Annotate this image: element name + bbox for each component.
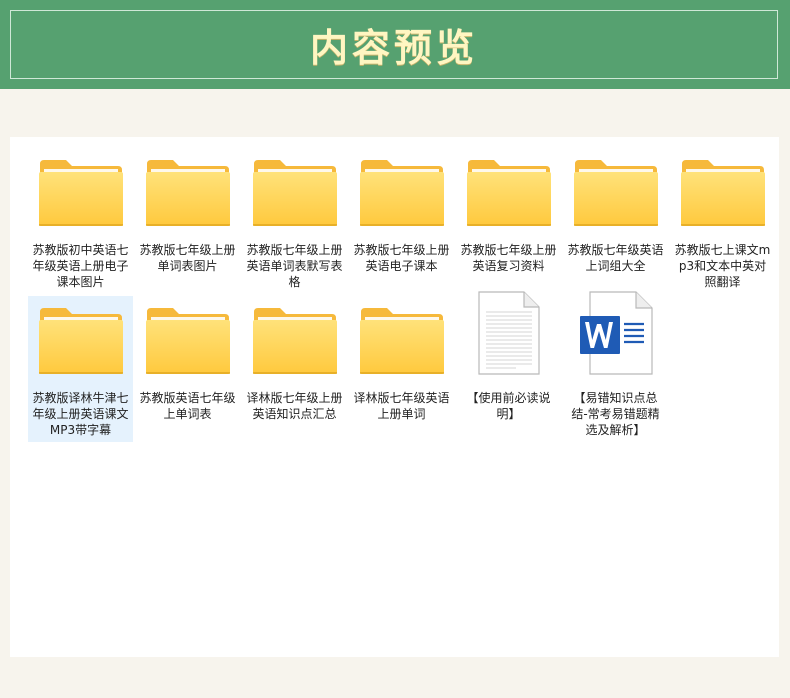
- file-item[interactable]: 苏教版七年级上册英语电子课本: [349, 148, 454, 278]
- header-banner: 内容预览: [0, 0, 790, 89]
- file-item[interactable]: 苏教版七年级上册英语复习资料: [456, 148, 561, 278]
- folder-icon: [456, 148, 561, 228]
- folder-icon: [563, 148, 668, 228]
- file-item-selected[interactable]: 苏教版译林牛津七年级上册英语课文MP3带字幕: [28, 296, 133, 442]
- folder-icon: [28, 148, 133, 228]
- file-name: 译林版七年级上册英语知识点汇总: [246, 391, 343, 421]
- file-name: 苏教版初中英语七年级英语上册电子课本图片: [32, 243, 129, 289]
- file-name: 苏教版七年级英语上词组大全: [567, 243, 664, 273]
- text-file-icon: [456, 291, 561, 376]
- word-doc-icon: [563, 291, 668, 376]
- file-name: 【易错知识点总结-常考易错题精选及解析】: [571, 391, 660, 437]
- file-name: 苏教版译林牛津七年级上册英语课文MP3带字幕: [32, 391, 129, 437]
- file-item[interactable]: 苏教版英语七年级上单词表: [135, 296, 240, 426]
- file-item[interactable]: 苏教版七年级上册英语单词表默写表格: [242, 148, 347, 294]
- folder-icon: [28, 296, 133, 376]
- file-item[interactable]: 译林版七年级英语上册单词: [349, 296, 454, 426]
- file-name: 苏教版英语七年级上单词表: [139, 391, 236, 421]
- folder-icon: [135, 296, 240, 376]
- file-name: 【使用前必读说明】: [466, 391, 551, 421]
- file-name: 苏教版七年级上册英语单词表默写表格: [246, 243, 343, 289]
- file-name: 苏教版七上课文mp3和文本中英对照翻译: [674, 243, 771, 289]
- file-item[interactable]: 【易错知识点总结-常考易错题精选及解析】: [563, 291, 668, 442]
- header-frame: 内容预览: [10, 10, 778, 79]
- file-name: 苏教版七年级上册英语电子课本: [353, 243, 450, 273]
- page-title: 内容预览: [309, 25, 478, 70]
- folder-icon: [242, 296, 347, 376]
- file-name: 苏教版七年级上册英语复习资料: [460, 243, 557, 273]
- file-name: 译林版七年级英语上册单词: [353, 391, 450, 421]
- file-item[interactable]: 苏教版七年级英语上词组大全: [563, 148, 668, 278]
- folder-icon: [349, 148, 454, 228]
- folder-icon: [349, 296, 454, 376]
- file-item[interactable]: 译林版七年级上册英语知识点汇总: [242, 296, 347, 426]
- file-grid: 苏教版初中英语七年级英语上册电子课本图片 苏教版七年级上册单词表图片 苏教版七年…: [10, 137, 779, 657]
- folder-icon: [670, 148, 775, 228]
- folder-icon: [135, 148, 240, 228]
- file-item[interactable]: 苏教版七上课文mp3和文本中英对照翻译: [670, 148, 775, 294]
- file-name: 苏教版七年级上册单词表图片: [139, 243, 236, 273]
- file-item[interactable]: 苏教版七年级上册单词表图片: [135, 148, 240, 278]
- folder-icon: [242, 148, 347, 228]
- file-item[interactable]: 【使用前必读说明】: [456, 291, 561, 426]
- file-item[interactable]: 苏教版初中英语七年级英语上册电子课本图片: [28, 148, 133, 294]
